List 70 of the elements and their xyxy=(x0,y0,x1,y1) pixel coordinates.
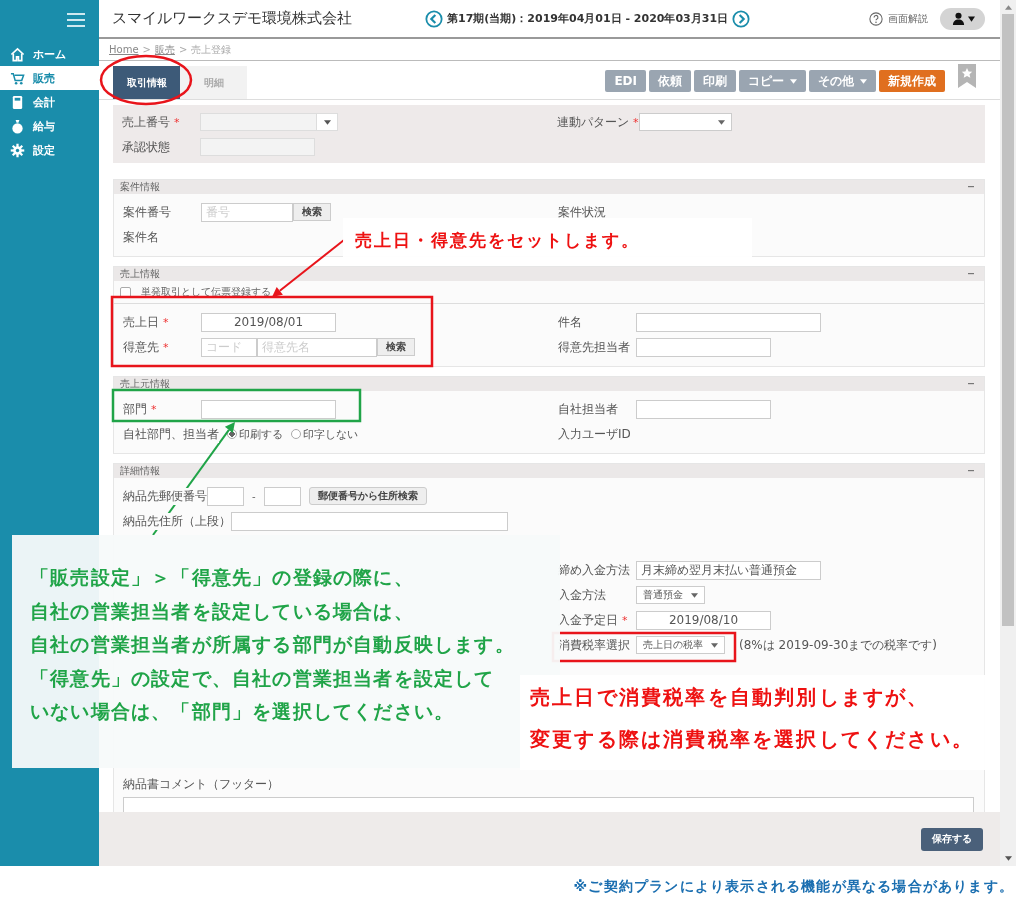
section-title: 売上情報 xyxy=(120,267,160,281)
sidebar-item[interactable]: ホーム xyxy=(0,42,99,66)
field-label: 入金予定日 xyxy=(558,611,618,629)
section-title: 詳細情報 xyxy=(120,464,160,478)
address-search-button[interactable]: 郵便番号から住所検索 xyxy=(308,487,427,505)
section-title: 案件情報 xyxy=(120,180,160,194)
radio-label: 印字しない xyxy=(303,426,358,442)
breadcrumb-link[interactable]: Home xyxy=(109,44,139,55)
field-label: 案件名 xyxy=(123,228,159,246)
sidebar-item[interactable]: 販売 xyxy=(0,66,99,90)
required-mark: * xyxy=(151,402,157,416)
field-label: 案件番号 xyxy=(123,203,171,221)
search-button[interactable]: 検索 xyxy=(377,338,415,356)
dropdown[interactable]: 売上日の税率 xyxy=(636,636,725,654)
field-label: 消費税率選択 xyxy=(558,636,630,654)
breadcrumb-link[interactable]: 販売 xyxy=(154,42,175,57)
field-label: 承認状態 xyxy=(122,138,170,156)
field-label: 件名 xyxy=(558,313,582,331)
sidebar-item[interactable]: 給与 xyxy=(0,114,99,138)
required-mark: * xyxy=(633,115,639,129)
callout-text: 売上日で消費税率を自動判別しますが、 xyxy=(530,684,930,711)
field-label: 売上番号 xyxy=(122,113,170,131)
fiscal-period: 第17期(当期)：2019年04月01日 - 2020年03月31日 xyxy=(447,11,729,26)
sidebar-item[interactable]: 会計 xyxy=(0,90,99,114)
dropdown[interactable]: 普通預金 xyxy=(636,586,705,604)
breadcrumb-separator: > xyxy=(142,44,151,55)
sidebar-item[interactable]: 設定 xyxy=(0,138,99,162)
field-label: 締め入金方法 xyxy=(558,561,630,579)
field-label: 連動パターン xyxy=(557,113,629,131)
radio-label: 印刷する xyxy=(239,426,283,442)
required-mark: * xyxy=(622,613,628,627)
postal-separator: - xyxy=(252,490,256,502)
note-text: (8%は 2019-09-30までの税率です) xyxy=(739,636,937,654)
help-link[interactable]: 画面解説 xyxy=(888,11,928,26)
callout-text: 売上日・得意先をセットします。 xyxy=(355,228,640,252)
breadcrumb-current: 売上登録 xyxy=(191,42,232,57)
section-header[interactable]: 売上元情報 xyxy=(114,377,984,391)
date-field[interactable]: 2019/08/10 xyxy=(636,610,771,630)
section-header[interactable]: 詳細情報 xyxy=(114,464,984,478)
footer-note: ※ご契約プランにより表示される機能が異なる場合があります。 xyxy=(573,878,1014,896)
field-label: 入金方法 xyxy=(558,586,606,604)
field-label: 自社部門、担当者 xyxy=(123,425,219,443)
checkbox-label: 単発取引として伝票登録する xyxy=(141,285,271,299)
field-label: 得意先 xyxy=(123,338,159,356)
field-label: 得意先担当者 xyxy=(558,338,630,356)
section-title: 売上元情報 xyxy=(120,377,170,391)
callout-text: 自社の営業担当者が所属する部門が自動反映します。 xyxy=(30,632,515,657)
date-field[interactable]: 2019/08/01 xyxy=(201,312,336,332)
section-header[interactable]: 売上情報 xyxy=(114,267,984,281)
section-header[interactable]: 案件情報 xyxy=(114,180,984,194)
field-label: 納品先郵便番号 xyxy=(123,487,207,505)
callout-text: 「得意先」の設定で、自社の営業担当者を設定して xyxy=(30,665,495,691)
callout-text: 自社の営業担当者を設定している場合は、 xyxy=(30,598,414,624)
callout-text: 変更する際は消費税率を選択してください。 xyxy=(530,726,974,753)
toolbar-button[interactable]: 新規作成 xyxy=(879,70,945,92)
field-label: 部門 xyxy=(123,400,147,418)
breadcrumb-separator: > xyxy=(178,44,188,55)
search-button[interactable]: 検索 xyxy=(293,203,331,221)
company-name: スマイルワークスデモ環境株式会社 xyxy=(112,9,353,28)
field-label: 売上日 xyxy=(123,313,159,331)
callout-text: いない場合は、「部門」を選択してください。 xyxy=(30,699,455,724)
required-mark: * xyxy=(174,115,180,129)
required-mark: * xyxy=(163,315,169,329)
field-label: 自社担当者 xyxy=(558,400,618,418)
save-button[interactable]: 保存する xyxy=(921,827,983,851)
callout-text: 「販売設定」＞「得意先」の登録の際に、 xyxy=(30,565,414,590)
input-field[interactable]: 月末締め翌月末払い普通預金 xyxy=(636,560,821,580)
required-mark: * xyxy=(163,340,169,354)
field-label: 入力ユーザID xyxy=(558,425,631,443)
tab[interactable]: 取引情報 xyxy=(113,66,180,99)
